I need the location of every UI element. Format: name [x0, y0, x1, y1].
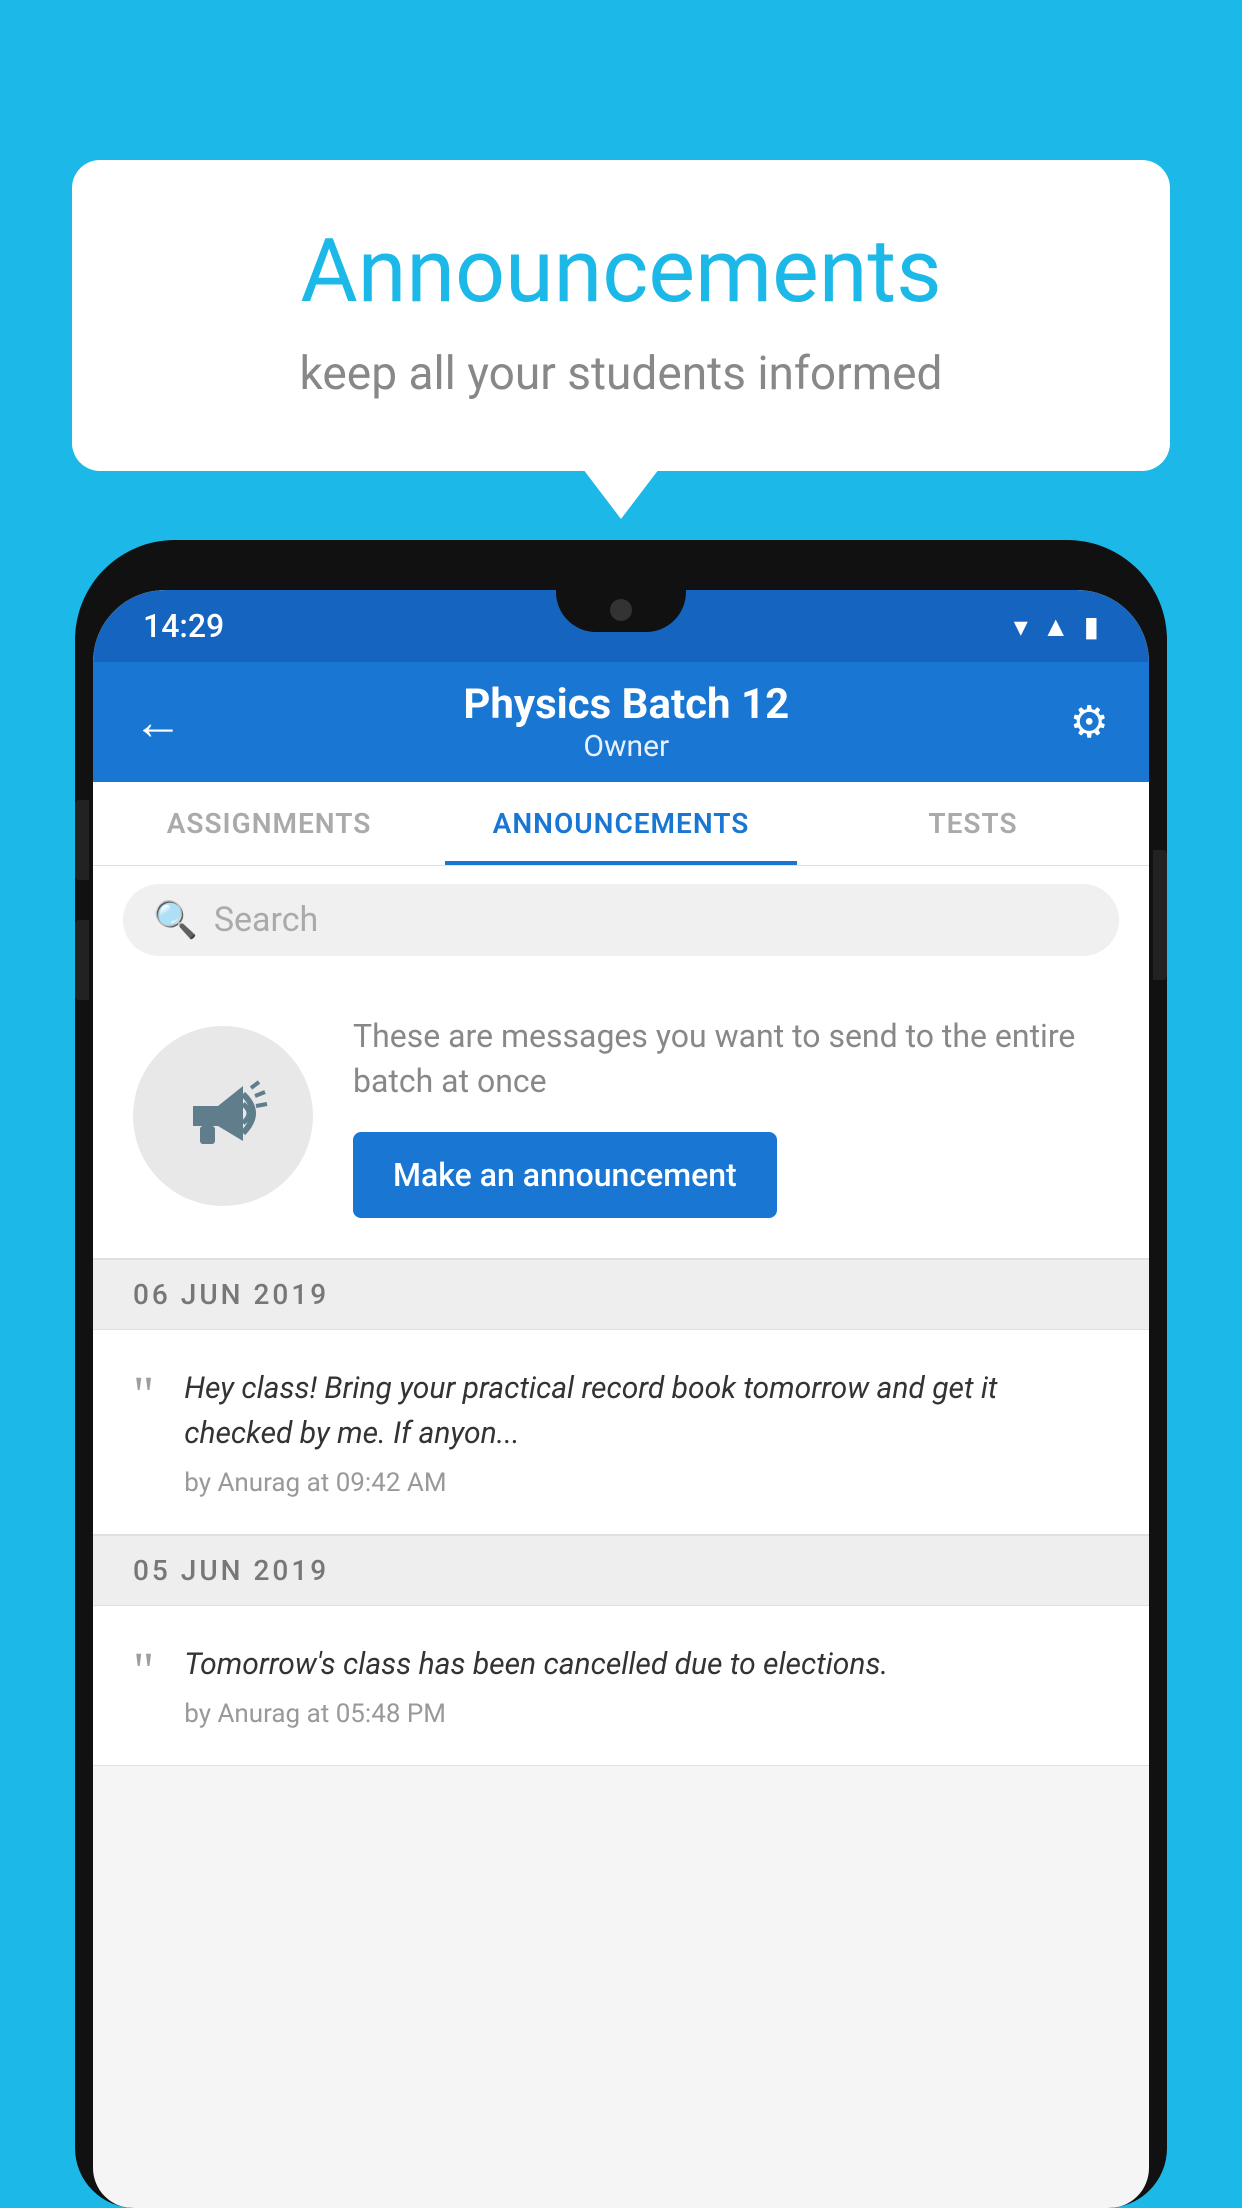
- search-bar-container: 🔍 Search: [93, 866, 1149, 974]
- status-bar: 14:29 ▾ ▲ ▮: [93, 590, 1149, 662]
- phone-screen: 14:29 ▾ ▲ ▮ ← Physics Batch 12 Owner ⚙ A…: [93, 590, 1149, 2208]
- status-time: 14:29: [143, 607, 224, 645]
- promo-content: These are messages you want to send to t…: [353, 1014, 1109, 1218]
- announcement-meta-2: by Anurag at 05:48 PM: [184, 1699, 1109, 1729]
- signal-icon: ▲: [1042, 610, 1070, 643]
- camera: [610, 599, 632, 621]
- battery-icon: ▮: [1084, 610, 1099, 643]
- side-button-power: [1153, 850, 1167, 980]
- search-placeholder: Search: [214, 900, 318, 940]
- app-header: ← Physics Batch 12 Owner ⚙: [93, 662, 1149, 782]
- bubble-subtitle: keep all your students informed: [152, 347, 1090, 401]
- announcement-item-2[interactable]: " Tomorrow's class has been cancelled du…: [93, 1606, 1149, 1766]
- side-button-vol-down: [75, 920, 89, 1000]
- promo-text: These are messages you want to send to t…: [353, 1014, 1109, 1104]
- phone-frame: 14:29 ▾ ▲ ▮ ← Physics Batch 12 Owner ⚙ A…: [75, 540, 1167, 2208]
- quote-icon-2: ": [133, 1646, 154, 1729]
- announcement-text-block-1: Hey class! Bring your practical record b…: [184, 1366, 1109, 1498]
- wifi-icon: ▾: [1014, 610, 1028, 643]
- search-icon: 🔍: [153, 899, 198, 941]
- tab-assignments[interactable]: ASSIGNMENTS: [93, 782, 445, 865]
- announcement-text-block-2: Tomorrow's class has been cancelled due …: [184, 1642, 1109, 1729]
- bubble-title: Announcements: [152, 220, 1090, 323]
- quote-icon-1: ": [133, 1370, 154, 1498]
- speech-bubble-section: Announcements keep all your students inf…: [72, 160, 1170, 471]
- promo-icon-circle: [133, 1026, 313, 1206]
- megaphone-icon: [173, 1066, 273, 1166]
- notch: [556, 590, 686, 632]
- settings-button[interactable]: ⚙: [1070, 696, 1109, 748]
- back-button[interactable]: ←: [133, 693, 183, 752]
- make-announcement-button[interactable]: Make an announcement: [353, 1132, 777, 1218]
- promo-card: These are messages you want to send to t…: [93, 974, 1149, 1259]
- side-button-vol-up: [75, 800, 89, 880]
- announcement-text-2: Tomorrow's class has been cancelled due …: [184, 1642, 1109, 1687]
- announcement-item-1[interactable]: " Hey class! Bring your practical record…: [93, 1330, 1149, 1535]
- speech-bubble: Announcements keep all your students inf…: [72, 160, 1170, 471]
- date-separator-1: 06 JUN 2019: [93, 1259, 1149, 1330]
- announcement-meta-1: by Anurag at 09:42 AM: [184, 1468, 1109, 1498]
- tabs-bar: ASSIGNMENTS ANNOUNCEMENTS TESTS: [93, 782, 1149, 866]
- search-bar[interactable]: 🔍 Search: [123, 884, 1119, 956]
- announcement-text-1: Hey class! Bring your practical record b…: [184, 1366, 1109, 1456]
- header-title-block: Physics Batch 12 Owner: [183, 680, 1070, 764]
- status-icons: ▾ ▲ ▮: [1014, 610, 1099, 643]
- header-title: Physics Batch 12: [183, 680, 1070, 729]
- header-subtitle: Owner: [183, 729, 1070, 764]
- date-separator-2: 05 JUN 2019: [93, 1535, 1149, 1606]
- tab-tests[interactable]: TESTS: [797, 782, 1149, 865]
- tab-announcements[interactable]: ANNOUNCEMENTS: [445, 782, 797, 865]
